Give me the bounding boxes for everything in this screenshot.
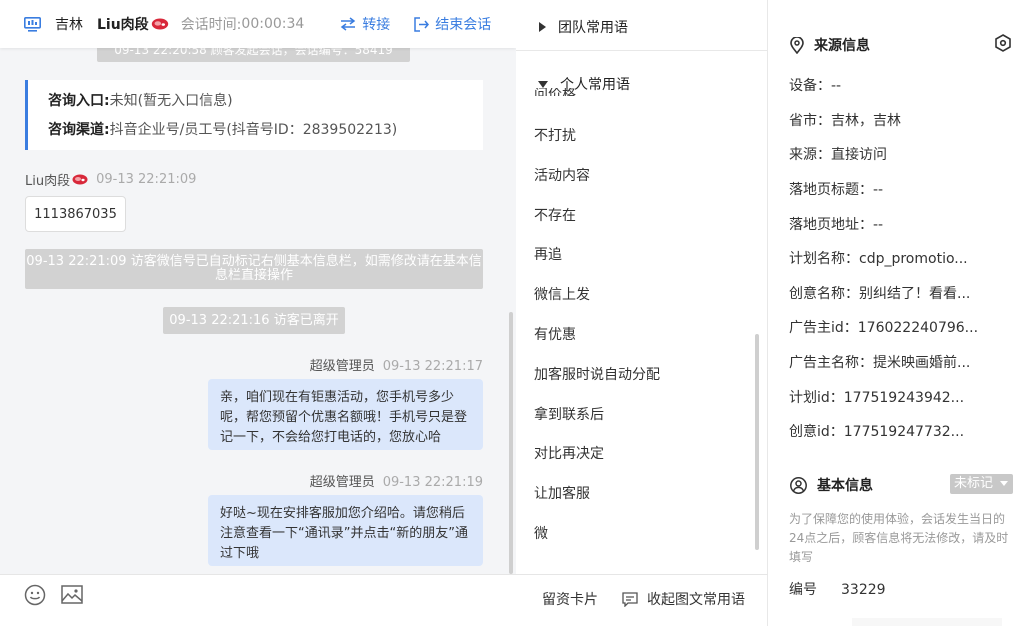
personal-phrases-section[interactable]: 个人常用语 <box>516 60 768 108</box>
image-icon[interactable] <box>61 585 83 604</box>
source-row-plan-id: 计划id：177519243942... <box>789 390 965 406</box>
transfer-label: 转接 <box>362 17 391 33</box>
inquiry-info-card: 咨询入口:未知(暂无入口信息) 咨询渠道:抖音企业号/员工号(抖音号ID：283… <box>25 80 483 150</box>
inquiry-entry-value: 未知(暂无入口信息) <box>109 93 233 109</box>
message-icon <box>622 591 638 607</box>
end-session-label: 结束会话 <box>435 17 492 33</box>
smiley-icon[interactable] <box>24 584 46 606</box>
system-message-wechat-marked: 09-13 22:21:09 访客微信号已自动标记右侧基本信息栏，如需修改请在基… <box>25 249 483 289</box>
phrase-item[interactable]: 不打扰 <box>534 125 576 145</box>
source-info-title: 来源信息 <box>790 35 870 55</box>
team-phrases-section[interactable]: 团队常用语 <box>516 3 768 51</box>
source-info-label: 来源信息 <box>814 38 870 54</box>
user-circle-icon <box>790 476 807 494</box>
edit-deadline-notice: 为了保障您的使用体验，会话发生当日的24点之后，顾客信息将无法修改，请及时填写 <box>789 512 1009 564</box>
phrase-item[interactable]: 对比再决定 <box>534 443 604 463</box>
visitor-info-panel: 来源信息 设备：-- 省市：吉林，吉林 来源：直接访问 落地页标题：-- 落地页… <box>768 0 1020 626</box>
source-row-landing-url: 落地页地址：-- <box>789 217 884 233</box>
source-row-creative-id: 创意id：177519247732... <box>789 424 965 440</box>
number-label: 编号 <box>789 582 817 598</box>
lead-card-label: 留资卡片 <box>542 592 598 608</box>
collapse-phrases-label: 收起图文常用语 <box>647 592 745 608</box>
system-message-visitor-left: 09-13 22:21:16 访客已离开 <box>163 307 345 334</box>
phrases-scrollbar[interactable] <box>755 334 759 550</box>
settings-hex-icon[interactable] <box>994 34 1012 52</box>
phrase-item[interactable]: 微 <box>534 523 548 543</box>
transfer-icon <box>341 17 356 31</box>
collapse-phrases-button[interactable]: 收起图文常用语 <box>622 589 745 609</box>
location-pin-icon <box>790 36 804 54</box>
source-row-landing-title: 落地页标题：-- <box>789 182 884 198</box>
caret-down-icon <box>538 81 548 88</box>
steak-icon <box>72 174 88 185</box>
visitor-name-header: Liu肉段 <box>97 17 149 33</box>
visitor-name: Liu肉段 <box>25 174 71 189</box>
phrases-footer: 留资卡片 收起图文常用语 <box>516 574 768 626</box>
phrase-item[interactable]: 有优惠 <box>534 324 576 344</box>
inquiry-entry-label: 咨询入口: <box>48 93 110 109</box>
source-row-province: 省市：吉林，吉林 <box>789 113 901 129</box>
agent-message-bubble: 亲，咱们现在有钜惠活动，您手机号多少呢，帮您预留个优惠名额哦！手机号只是登记一下… <box>208 379 483 450</box>
exit-icon <box>414 16 430 32</box>
composer-toolbar <box>0 574 516 626</box>
next-field-input[interactable] <box>852 618 1002 626</box>
chat-header: 吉林 Liu肉段 会话时间: 00:00:34 转接 结束会话 <box>0 0 516 48</box>
chevron-down-icon <box>1000 481 1009 486</box>
phrase-item[interactable]: 让加客服 <box>534 483 590 503</box>
phrase-item[interactable]: 微信上发 <box>534 284 590 304</box>
session-timer: 00:00:34 <box>241 16 305 32</box>
source-row-origin: 来源：直接访问 <box>789 147 887 163</box>
source-row-plan-name: 计划名称：cdp_promotio... <box>789 251 968 267</box>
steak-icon <box>151 18 168 30</box>
lead-card-label-button[interactable]: 留资卡片 <box>542 589 598 609</box>
end-session-button[interactable]: 结束会话 <box>414 14 491 34</box>
agent-name: 超级管理员 <box>309 475 375 490</box>
agent-message-time: 09-13 22:21:17 <box>382 359 483 374</box>
phrases-panel: 团队常用语 问价格 不打扰 活动内容 不存在 再追 微信上发 有优惠 加客服时说… <box>516 0 768 626</box>
session-time-label: 会话时间: <box>180 17 242 33</box>
phrase-item[interactable]: 不存在 <box>534 205 576 225</box>
personal-phrases-label: 个人常用语 <box>560 77 630 93</box>
agent-name: 超级管理员 <box>309 359 375 374</box>
monitor-icon <box>24 16 41 32</box>
source-row-device: 设备：-- <box>789 78 842 94</box>
agent-sender-line: 超级管理员 09-13 22:21:19 <box>310 471 483 490</box>
inquiry-channel-value: 抖音企业号/员工号(抖音号ID：2839502213) <box>109 122 398 138</box>
number-value: 33229 <box>841 582 886 598</box>
number-field: 编号 33229 <box>789 579 886 599</box>
basic-info-label: 基本信息 <box>817 478 873 494</box>
basic-info-title: 基本信息 <box>790 475 873 495</box>
caret-right-icon <box>539 21 546 32</box>
inquiry-channel-label: 咨询渠道: <box>48 122 110 138</box>
phrase-item[interactable]: 加客服时说自动分配 <box>534 364 660 384</box>
phrase-item[interactable]: 活动内容 <box>534 165 590 185</box>
phrase-item[interactable]: 拿到联系后 <box>534 404 604 424</box>
personal-phrases-list: 问价格 不打扰 活动内容 不存在 再追 微信上发 有优惠 加客服时说自动分配 拿… <box>516 88 768 575</box>
source-row-advertiser-name: 广告主名称：提米映画婚前... <box>789 355 971 371</box>
visitor-message-time: 09-13 22:21:09 <box>96 172 197 187</box>
visitor-message-bubble: 1113867035 <box>25 196 126 232</box>
chat-scrollbar[interactable] <box>509 312 513 574</box>
source-row-creative-name: 创意名称：别纠结了！看看... <box>789 286 971 302</box>
agent-sender-line: 超级管理员 09-13 22:21:17 <box>310 355 483 374</box>
tag-dropdown[interactable]: 未标记 <box>950 474 1013 494</box>
team-phrases-label: 团队常用语 <box>558 19 628 36</box>
transfer-button[interactable]: 转接 <box>340 14 390 34</box>
source-row-advertiser-id: 广告主id：176022240796... <box>789 320 979 336</box>
chat-panel: 09-13 22:20:58 顾客发起会话，会话编号：58419 咨询入口:未知… <box>0 0 516 626</box>
phrase-item[interactable]: 再追 <box>534 244 562 264</box>
tag-dropdown-label: 未标记 <box>954 476 994 491</box>
visitor-sender-line: Liu肉段 09-13 22:21:09 <box>25 170 196 189</box>
agent-message-time: 09-13 22:21:19 <box>382 475 483 490</box>
visitor-city: 吉林 <box>55 17 83 33</box>
agent-message-bubble: 好哒~现在安排客服加您介绍哈。请您稍后注意查看一下“通讯录”并点击“新的朋友”通… <box>208 495 483 566</box>
